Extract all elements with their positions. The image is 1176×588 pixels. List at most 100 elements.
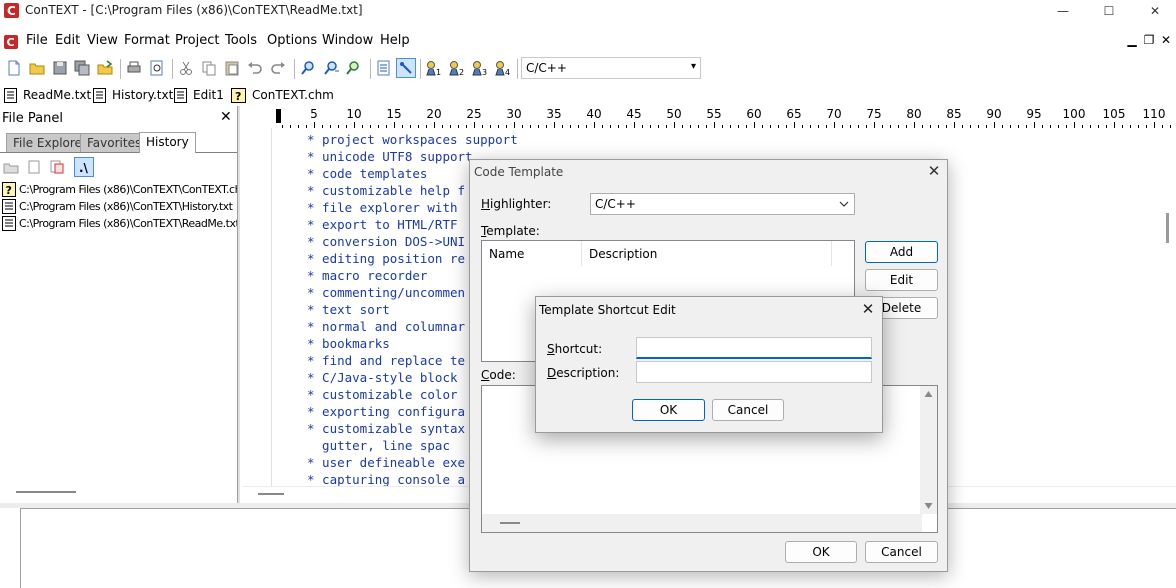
help-file-icon: ? <box>231 87 246 103</box>
code-label: Code: <box>481 368 516 382</box>
menu-edit[interactable]: Edit <box>55 33 80 48</box>
find-icon[interactable] <box>299 59 317 77</box>
undo-icon[interactable] <box>246 59 264 77</box>
file-panel-toggle-icon[interactable] <box>375 59 393 77</box>
find-next-icon[interactable] <box>322 59 340 77</box>
code-line: * commenting/uncommen <box>307 285 466 300</box>
code-line: * text sort <box>307 302 390 317</box>
mdi-minimize-button[interactable]: ▁ <box>1123 33 1141 47</box>
description-input[interactable] <box>636 361 872 383</box>
cancel-button[interactable]: Cancel <box>865 541 938 563</box>
ruler-tick-label: 40 <box>586 107 602 121</box>
code-line: * unicode UTF8 support <box>307 149 473 164</box>
menu-format[interactable]: Format <box>124 33 170 48</box>
shortcut-input[interactable] <box>636 337 872 359</box>
ruler-tick-label: 70 <box>826 107 842 121</box>
tab-history[interactable]: History.txt <box>93 86 173 104</box>
print-icon[interactable] <box>125 59 143 77</box>
list-item[interactable]: C:\Program Files (x86)\ConTEXT\History.t… <box>2 198 238 215</box>
help-file-icon: ? <box>2 182 16 197</box>
user-exec-key-3-icon[interactable]: 3 <box>471 59 489 77</box>
file-panel-close-button[interactable]: ✕ <box>220 110 234 124</box>
tab-history[interactable]: History <box>139 132 196 153</box>
menu-tools[interactable]: Tools <box>225 33 257 48</box>
copy-icon[interactable] <box>200 59 218 77</box>
menu-file[interactable]: File <box>26 33 48 48</box>
toolbar-separator <box>420 59 421 79</box>
highlighter-select[interactable]: C/C++ ▾ <box>521 57 701 79</box>
file-panel-hscroll-thumb[interactable] <box>16 491 76 493</box>
ruler-tick-label: 100 <box>1062 107 1086 121</box>
code-hscroll[interactable] <box>482 514 922 532</box>
svg-text:?: ? <box>6 184 12 197</box>
maximize-button[interactable]: ☐ <box>1086 0 1132 22</box>
close-window-button[interactable]: ✕ <box>1132 0 1176 22</box>
tab-favorites[interactable]: Favorites <box>80 133 149 152</box>
scroll-down-icon[interactable] <box>924 502 933 510</box>
save-all-icon[interactable] <box>73 59 91 77</box>
ruler-tick-label: 75 <box>866 107 882 121</box>
mdi-close-button[interactable]: ✕ <box>1157 33 1175 47</box>
open-file-icon[interactable] <box>2 158 20 176</box>
ruler-tick-label: 5 <box>310 107 318 121</box>
replace-icon[interactable] <box>345 59 363 77</box>
menu-project[interactable]: Project <box>175 33 219 48</box>
tab-edit1[interactable]: Edit1 <box>174 86 224 104</box>
editor-gutter <box>242 128 272 486</box>
minimize-button[interactable]: — <box>1040 0 1086 22</box>
column-ruler: 5 10 15 20 25 30 35 40 45 50 55 60 65 70 75 80 85 90 95 100… <box>270 106 1176 128</box>
save-icon[interactable] <box>51 59 69 77</box>
menu-window[interactable]: Window <box>322 33 373 48</box>
paste-icon[interactable] <box>223 59 241 77</box>
word-wrap-toggle-icon[interactable] <box>396 58 416 78</box>
ruler-tick-label: 90 <box>986 107 1002 121</box>
menu-view[interactable]: View <box>87 33 118 48</box>
highlighter-select-value: C/C++ <box>526 61 567 75</box>
ok-button[interactable]: OK <box>632 399 705 421</box>
tab-context-chm[interactable]: ? ConTEXT.chm <box>231 86 334 104</box>
clear-history-icon[interactable] <box>48 158 66 176</box>
cut-icon[interactable] <box>177 59 195 77</box>
cancel-button[interactable]: Cancel <box>712 399 784 421</box>
ruler-tick-label: 50 <box>666 107 682 121</box>
mdi-restore-button[interactable]: ❐ <box>1140 33 1158 47</box>
user-exec-key-4-icon[interactable]: 4 <box>494 59 512 77</box>
ruler-tick-label: 25 <box>466 107 482 121</box>
open-folder-icon[interactable] <box>28 59 46 77</box>
list-item[interactable]: ? C:\Program Files (x86)\ConTEXT\ConTEXT… <box>2 181 238 198</box>
list-item[interactable]: C:\Program Files (x86)\ConTEXT\ReadMe.tx… <box>2 215 238 232</box>
toolbar-separator <box>120 59 121 79</box>
tab-readme[interactable]: ReadMe.txt <box>4 86 92 104</box>
scroll-up-icon[interactable] <box>924 390 933 398</box>
sort-list-icon[interactable]: .\ <box>74 157 94 177</box>
user-exec-key-2-icon[interactable]: 2 <box>448 59 466 77</box>
menu-help[interactable]: Help <box>380 33 410 48</box>
column-header-name[interactable]: Name <box>482 241 582 266</box>
menu-bar: C File Edit View Format Project Tools Op… <box>0 30 1176 52</box>
code-vscroll[interactable] <box>920 386 937 514</box>
user-exec-key-1-icon[interactable]: 1 <box>425 59 443 77</box>
ruler-tick-label: 85 <box>946 107 962 121</box>
add-template-button[interactable]: Add <box>865 241 938 263</box>
ruler-cursor-marker <box>276 109 281 123</box>
file-panel-title: File Panel <box>2 111 63 126</box>
remove-file-icon[interactable] <box>25 158 43 176</box>
ok-button[interactable]: OK <box>785 541 857 563</box>
column-header-description[interactable]: Description <box>582 241 832 266</box>
ruler-tick-label: 45 <box>626 107 642 121</box>
panel-splitter[interactable] <box>237 106 240 506</box>
close-icon[interactable]: ✕ <box>860 301 876 317</box>
redo-icon[interactable] <box>269 59 287 77</box>
editor-vscroll-thumb[interactable] <box>1166 213 1169 243</box>
highlighter-dropdown[interactable]: C/C++ <box>590 193 855 215</box>
menu-options[interactable]: Options <box>267 33 317 48</box>
code-hscroll-thumb[interactable] <box>500 522 520 524</box>
editor-hscroll-thumb[interactable] <box>258 493 284 495</box>
open-project-icon[interactable] <box>96 59 114 77</box>
edit-template-button[interactable]: Edit <box>865 269 938 291</box>
doc-system-menu-icon[interactable]: C <box>4 35 18 49</box>
ruler-tick-label: 95 <box>1026 107 1042 121</box>
new-file-icon[interactable] <box>5 59 23 77</box>
print-preview-icon[interactable] <box>148 59 166 77</box>
close-icon[interactable]: ✕ <box>926 163 942 179</box>
